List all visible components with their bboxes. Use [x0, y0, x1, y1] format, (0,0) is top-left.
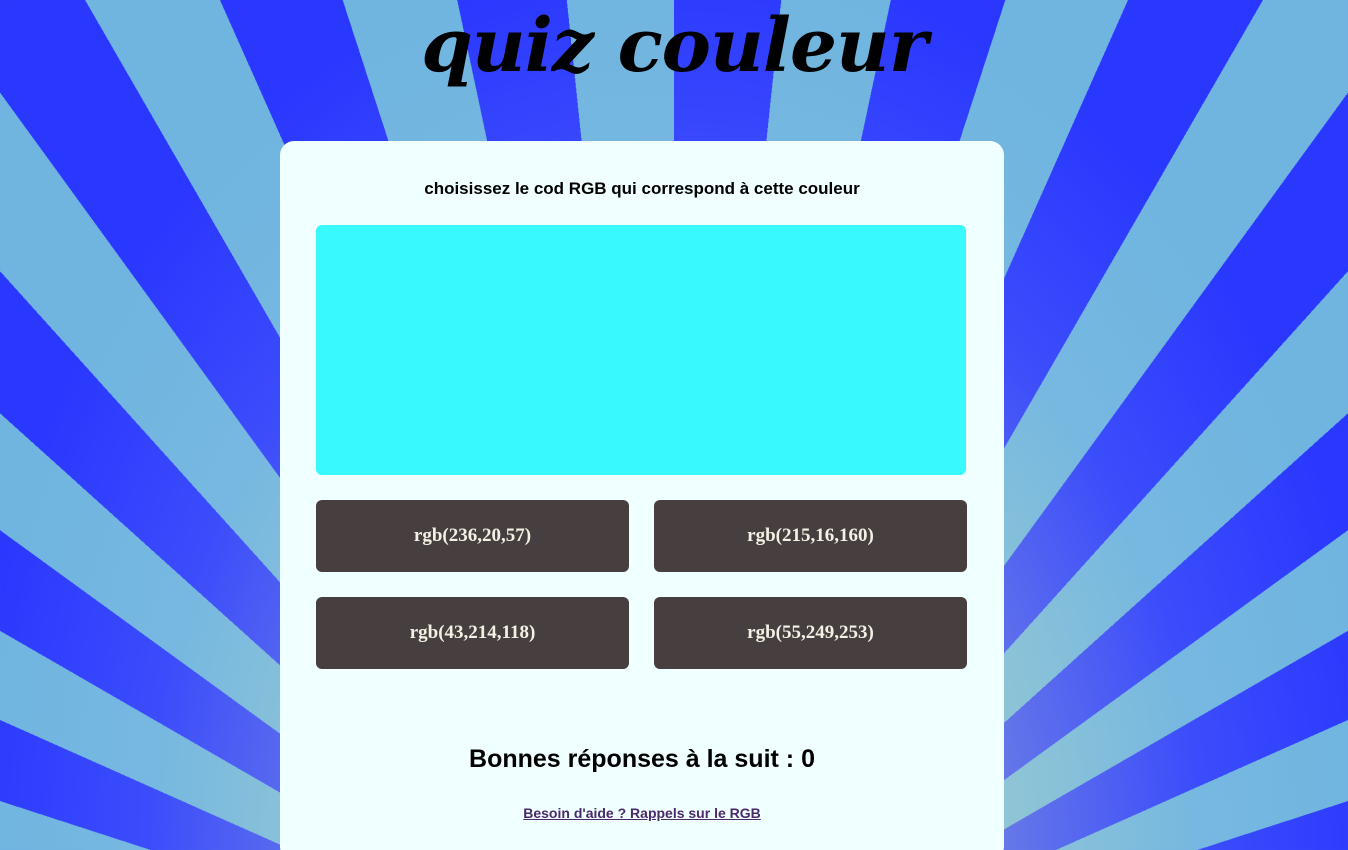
quiz-instruction: choisissez le cod RGB qui correspond à c…	[424, 179, 860, 198]
page-title: quiz couleur	[421, 3, 928, 89]
quiz-card: choisissez le cod RGB qui correspond à c…	[280, 141, 1004, 850]
answer-option-4[interactable]: rgb(55,249,253)	[654, 597, 967, 669]
rgb-help-link[interactable]: Besoin d'aide ? Rappels sur le RGB	[280, 805, 1004, 821]
answer-option-2[interactable]: rgb(215,16,160)	[654, 500, 967, 572]
answer-option-3[interactable]: rgb(43,214,118)	[316, 597, 629, 669]
streak-score: Bonnes réponses à la suit : 0	[469, 745, 815, 773]
answer-option-1[interactable]: rgb(236,20,57)	[316, 500, 629, 572]
color-swatch	[316, 225, 966, 475]
